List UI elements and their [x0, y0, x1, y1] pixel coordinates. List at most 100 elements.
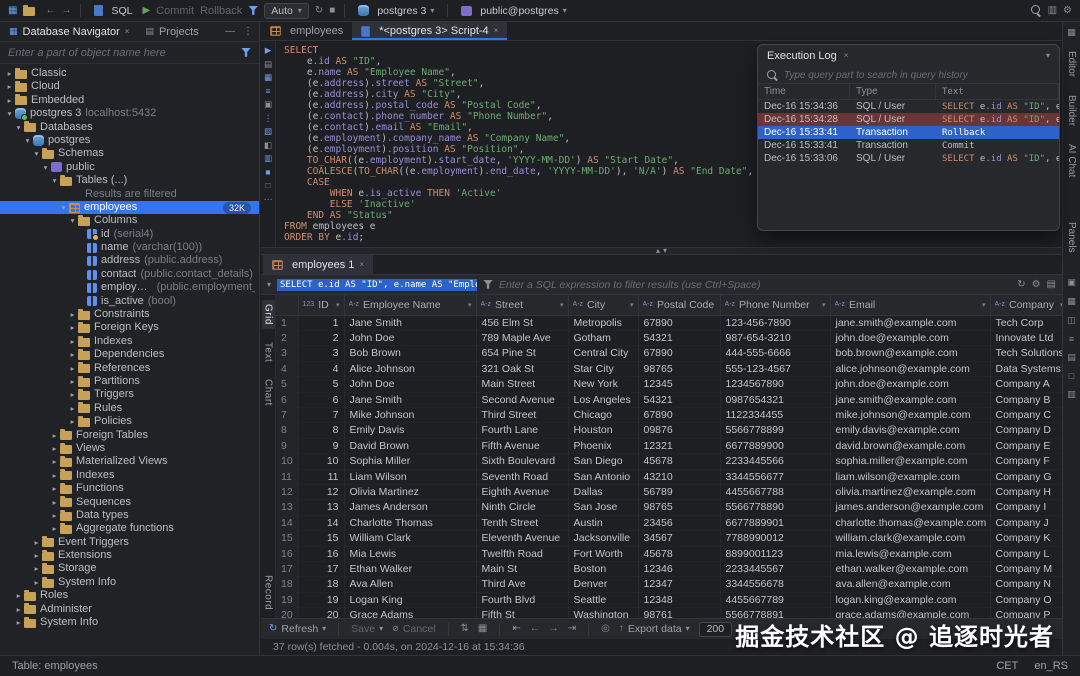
chevron-down-icon[interactable]: ▾ [58, 201, 69, 214]
data-cell[interactable]: Ava Allen [344, 577, 476, 592]
column-header-postal-code[interactable]: A-zPostal Code▾ [638, 295, 720, 315]
app-menu-icon[interactable]: ▦ [8, 6, 17, 16]
tab-script-4[interactable]: *<postgres 3> Script-4 × [352, 22, 507, 40]
connection-select[interactable]: postgres 3 ▾ [354, 2, 438, 20]
chevron-right-icon[interactable]: ▸ [49, 455, 60, 468]
settings-gear-icon[interactable]: ⚙ [1063, 6, 1072, 16]
table-row[interactable]: 99David BrownFifth AvenuePhoenix12321667… [276, 438, 1062, 453]
data-cell[interactable]: 56789 [638, 484, 720, 499]
data-cell[interactable]: Washington [568, 608, 638, 618]
log-row[interactable]: Dec-16 15:33:06SQL / UserSELECT e.id AS … [758, 152, 1059, 165]
data-cell[interactable]: jane.smith@example.com [830, 392, 990, 407]
row-number-cell[interactable]: 18 [276, 577, 298, 592]
chevron-down-icon[interactable]: ▾ [31, 147, 42, 160]
table-row[interactable]: 1616Mia LewisTwelfth RoadFort Worth45678… [276, 546, 1062, 561]
data-cell[interactable]: ethan.walker@example.com [830, 562, 990, 577]
data-cell[interactable]: Liam Wilson [344, 469, 476, 484]
editor-gutter-icon[interactable]: □ [262, 180, 274, 190]
chevron-right-icon[interactable]: ▸ [49, 482, 60, 495]
data-cell[interactable]: 98765 [638, 500, 720, 515]
column-header-employee-name[interactable]: A-zEmployee Name▾ [344, 295, 476, 315]
data-cell[interactable]: Jane Smith [344, 392, 476, 407]
data-cell[interactable]: Emily Davis [344, 423, 476, 438]
collapse-up-icon[interactable]: ▴ [656, 247, 660, 255]
table-row[interactable]: 1010Sophia MillerSixth BoulevardSan Dieg… [276, 454, 1062, 469]
data-cell[interactable]: 5566778890 [720, 500, 830, 515]
data-cell[interactable]: 12348 [638, 592, 720, 607]
compare-icon[interactable]: ⇅ [461, 624, 469, 634]
query-history-chevron-icon[interactable]: ▾ [267, 281, 271, 289]
chevron-down-icon[interactable]: ▾ [13, 121, 24, 134]
panel-options-icon[interactable]: ▤ [1047, 280, 1056, 290]
data-cell[interactable]: Jane Smith [344, 315, 476, 330]
data-cell[interactable]: mike.johnson@example.com [830, 407, 990, 422]
data-cell[interactable]: emily.davis@example.com [830, 423, 990, 438]
chevron-right-icon[interactable]: ▸ [13, 589, 24, 602]
settings-gear-icon[interactable]: ⚙ [1032, 280, 1041, 290]
data-cell[interactable]: Company J [990, 515, 1062, 530]
log-column-time[interactable]: Time [758, 84, 850, 99]
data-cell[interactable]: Tenth Street [476, 515, 568, 530]
data-cell[interactable]: 12346 [638, 562, 720, 577]
table-row[interactable]: 77Mike JohnsonThird StreetChicago6789011… [276, 407, 1062, 422]
data-cell[interactable]: San Diego [568, 454, 638, 469]
data-cell[interactable]: 54321 [638, 330, 720, 345]
chevron-right-icon[interactable]: ▸ [67, 348, 78, 361]
tree-item-views[interactable]: ▸Views [0, 442, 259, 455]
data-cell[interactable]: 67890 [638, 407, 720, 422]
data-cell[interactable]: 12 [298, 484, 344, 499]
page-size-input[interactable]: 200 [699, 622, 733, 637]
chevron-right-icon[interactable]: ▸ [49, 429, 60, 442]
data-cell[interactable]: liam.wilson@example.com [830, 469, 990, 484]
rail-tool-icon[interactable]: ▦ [1067, 296, 1076, 307]
data-cell[interactable]: 1122334455 [720, 407, 830, 422]
table-row[interactable]: 1919Logan KingFourth BlvdSeattle12348445… [276, 592, 1062, 607]
tree-item-postgres-3[interactable]: ▾postgres 3localhost:5432 [0, 107, 259, 120]
tree-item-materialized-views[interactable]: ▸Materialized Views [0, 455, 259, 468]
column-header-city[interactable]: A-zCity▾ [568, 295, 638, 315]
data-cell[interactable]: John Doe [344, 330, 476, 345]
back-icon[interactable]: ← [45, 6, 55, 16]
data-cell[interactable]: New York [568, 377, 638, 392]
data-cell[interactable]: Star City [568, 361, 638, 376]
data-cell[interactable]: Los Angeles [568, 392, 638, 407]
data-cell[interactable]: James Anderson [344, 500, 476, 515]
chevron-right-icon[interactable]: ▸ [4, 80, 15, 93]
data-cell[interactable]: 555-123-4567 [720, 361, 830, 376]
chevron-right-icon[interactable]: ▸ [13, 603, 24, 616]
sort-chevron-icon[interactable]: ▾ [560, 301, 564, 309]
editor-gutter-icon[interactable]: ▧ [262, 126, 274, 136]
data-cell[interactable]: Ninth Circle [476, 500, 568, 515]
data-cell[interactable]: San Jose [568, 500, 638, 515]
data-cell[interactable]: 2233445567 [720, 562, 830, 577]
data-cell[interactable]: 6677889900 [720, 438, 830, 453]
data-cell[interactable]: Denver [568, 577, 638, 592]
data-cell[interactable]: 4455667788 [720, 484, 830, 499]
tab-database-navigator[interactable]: ▦ Database Navigator × [6, 22, 132, 41]
data-cell[interactable]: Second Avenue [476, 392, 568, 407]
row-number-cell[interactable]: 2 [276, 330, 298, 345]
table-row[interactable]: 1414Charlotte ThomasTenth StreetAustin23… [276, 515, 1062, 530]
data-cell[interactable]: Company M [990, 562, 1062, 577]
data-cell[interactable]: 2 [298, 330, 344, 345]
editor-gutter-icon[interactable]: ▥ [262, 153, 274, 163]
data-cell[interactable]: 789 Maple Ave [476, 330, 568, 345]
data-cell[interactable]: Company C [990, 407, 1062, 422]
data-cell[interactable]: 54321 [638, 392, 720, 407]
tab-employees-1[interactable]: employees 1 × [263, 255, 373, 274]
data-cell[interactable]: 7788990012 [720, 531, 830, 546]
data-cell[interactable]: 1 [298, 315, 344, 330]
stop-icon[interactable]: ■ [329, 6, 335, 16]
data-cell[interactable]: Gotham [568, 330, 638, 345]
chevron-right-icon[interactable]: ▸ [67, 388, 78, 401]
cancel-button[interactable]: ⊘ Cancel [392, 623, 435, 635]
tree-item-postgres[interactable]: ▾postgres [0, 134, 259, 147]
filter-objects-icon[interactable] [241, 48, 251, 58]
data-cell[interactable]: 456 Elm St [476, 315, 568, 330]
result-view-tab-grid[interactable]: Grid [262, 300, 275, 329]
tree-item-policies[interactable]: ▸Policies [0, 415, 259, 428]
rail-tool-icon[interactable]: ≡ [1069, 334, 1074, 344]
data-cell[interactable]: 12321 [638, 438, 720, 453]
data-cell[interactable]: 4 [298, 361, 344, 376]
data-cell[interactable]: Seattle [568, 592, 638, 607]
